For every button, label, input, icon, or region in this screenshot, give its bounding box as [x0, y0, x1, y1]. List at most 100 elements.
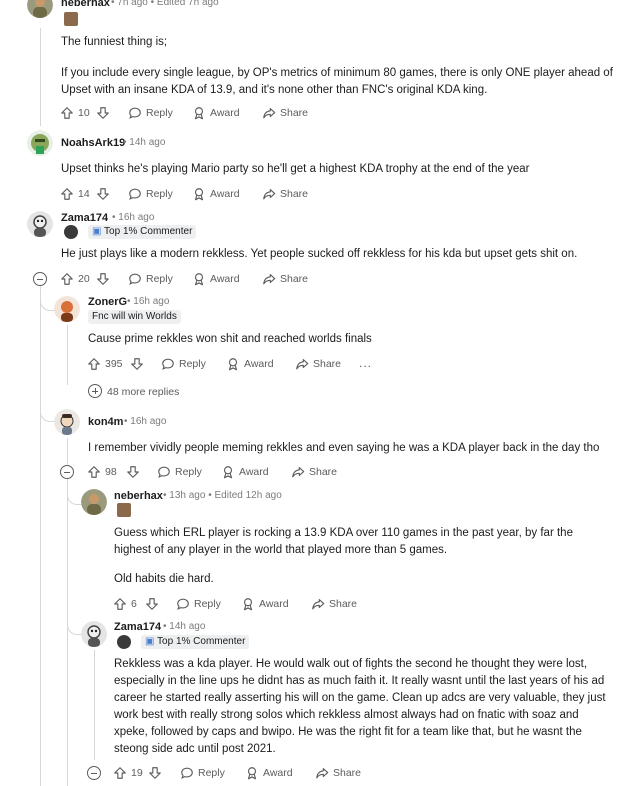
award-button[interactable]: Award	[192, 186, 240, 202]
more-options-button[interactable]: ...	[359, 356, 372, 370]
username[interactable]: Zama174	[114, 621, 161, 633]
thread-line-c7	[94, 650, 95, 760]
comment-meta: • 16h ago	[124, 416, 167, 427]
avatar[interactable]	[54, 296, 80, 322]
flair-text: Fnc will win Worlds	[92, 311, 177, 322]
reply-icon	[180, 766, 194, 780]
avatar[interactable]	[81, 621, 107, 647]
downvote-button[interactable]	[145, 596, 163, 612]
reply-icon	[157, 465, 171, 479]
username[interactable]: neberhax	[114, 490, 163, 502]
badge-icon: ▣	[145, 636, 158, 647]
upvote-button[interactable]: 19	[113, 765, 143, 781]
share-button[interactable]: Share	[262, 105, 308, 121]
flair-text: Top 1% Commenter	[157, 636, 246, 647]
comment-meta: • 14h ago	[163, 621, 206, 632]
upvote-button[interactable]: 10	[60, 105, 90, 121]
award-button[interactable]: Award	[221, 464, 269, 480]
upvote-button[interactable]: 6	[113, 596, 137, 612]
share-button[interactable]: Share	[315, 765, 361, 781]
reply-button[interactable]: Reply	[128, 186, 173, 202]
avatar[interactable]	[81, 489, 107, 515]
share-label: Share	[329, 598, 358, 610]
username[interactable]: kon4m	[88, 416, 123, 428]
award-icon	[245, 766, 259, 780]
award-button[interactable]: Award	[226, 356, 274, 372]
upvote-button[interactable]: 98	[87, 464, 117, 480]
comment-body: He just plays like a modern rekkless. Ye…	[61, 246, 621, 263]
avatar[interactable]	[54, 409, 80, 435]
comment-paragraph: If you include every single league, by O…	[61, 67, 613, 96]
share-button[interactable]: Share	[262, 186, 308, 202]
comment-paragraph: Rekkless was a kda player. He would walk…	[114, 658, 606, 755]
flair-badge: ▣ Top 1% Commenter	[141, 635, 250, 649]
avatar[interactable]	[27, 211, 53, 237]
thread-line-c3	[40, 286, 41, 786]
upvote-button[interactable]: 395	[87, 356, 123, 372]
downvote-icon	[148, 766, 162, 780]
username[interactable]: ZonerG	[88, 296, 127, 308]
award-button[interactable]: Award	[192, 271, 240, 287]
reply-icon	[161, 357, 175, 371]
upvote-icon	[60, 272, 74, 286]
collapse-thread-button[interactable]	[33, 272, 47, 286]
share-label: Share	[280, 273, 309, 285]
comment-paragraph: He just plays like a modern rekkless. Ye…	[61, 248, 578, 260]
award-label: Award	[210, 107, 240, 119]
username[interactable]: neberhax	[61, 0, 110, 9]
flair-badge: Fnc will win Worlds	[88, 310, 181, 324]
downvote-button[interactable]	[96, 186, 114, 202]
reply-button[interactable]: Reply	[128, 105, 173, 121]
reply-button[interactable]: Reply	[161, 356, 206, 372]
downvote-button[interactable]	[96, 271, 114, 287]
more-replies-link[interactable]: 48 more replies	[107, 386, 179, 398]
reply-icon	[128, 187, 142, 201]
reply-button[interactable]: Reply	[180, 765, 225, 781]
reply-label: Reply	[194, 598, 221, 610]
upvote-icon	[113, 766, 127, 780]
downvote-button[interactable]	[96, 105, 114, 121]
upvote-button[interactable]: 20	[60, 271, 90, 287]
thread-line-c4	[67, 325, 68, 385]
downvote-button[interactable]	[148, 765, 166, 781]
share-button[interactable]: Share	[295, 356, 341, 372]
thread-line-c1	[40, 28, 41, 126]
thread-hook-c5	[40, 395, 55, 422]
award-button[interactable]: Award	[241, 596, 289, 612]
comment-paragraph: Guess which ERL player is rocking a 13.9…	[114, 527, 573, 556]
share-button[interactable]: Share	[262, 271, 308, 287]
award-button[interactable]: Award	[245, 765, 293, 781]
reply-label: Reply	[146, 273, 173, 285]
share-label: Share	[280, 188, 309, 200]
vote-count: 20	[78, 273, 90, 285]
downvote-button[interactable]	[126, 464, 144, 480]
reply-button[interactable]: Reply	[157, 464, 202, 480]
reply-button[interactable]: Reply	[176, 596, 221, 612]
downvote-button[interactable]	[130, 356, 148, 372]
share-button[interactable]: Share	[291, 464, 337, 480]
award-label: Award	[244, 358, 274, 370]
award-button[interactable]: Award	[192, 105, 240, 121]
comment-paragraph: Old habits die hard.	[114, 573, 214, 585]
collapse-thread-button[interactable]	[60, 465, 74, 479]
share-button[interactable]: Share	[311, 596, 357, 612]
downvote-icon	[96, 106, 110, 120]
collapse-thread-button[interactable]	[87, 766, 101, 780]
reply-label: Reply	[146, 188, 173, 200]
upvote-button[interactable]: 14	[60, 186, 90, 202]
expand-replies-icon[interactable]	[88, 384, 102, 398]
badge-icon: ▣	[92, 226, 105, 237]
comment-body: Rekkless was a kda player. He would walk…	[114, 656, 614, 758]
username[interactable]: NoahsArk19	[61, 137, 125, 149]
comment-paragraph: Cause prime rekkles won shit and reached…	[88, 333, 372, 345]
comment-meta: • 14h ago	[123, 137, 166, 148]
avatar[interactable]	[27, 130, 53, 156]
award-icon	[192, 187, 206, 201]
username[interactable]: Zama174	[61, 212, 108, 224]
avatar[interactable]	[27, 0, 53, 18]
reply-label: Reply	[179, 358, 206, 370]
reply-button[interactable]: Reply	[128, 271, 173, 287]
flair-avatar-icon	[117, 635, 131, 649]
award-icon	[241, 597, 255, 611]
downvote-icon	[126, 465, 140, 479]
